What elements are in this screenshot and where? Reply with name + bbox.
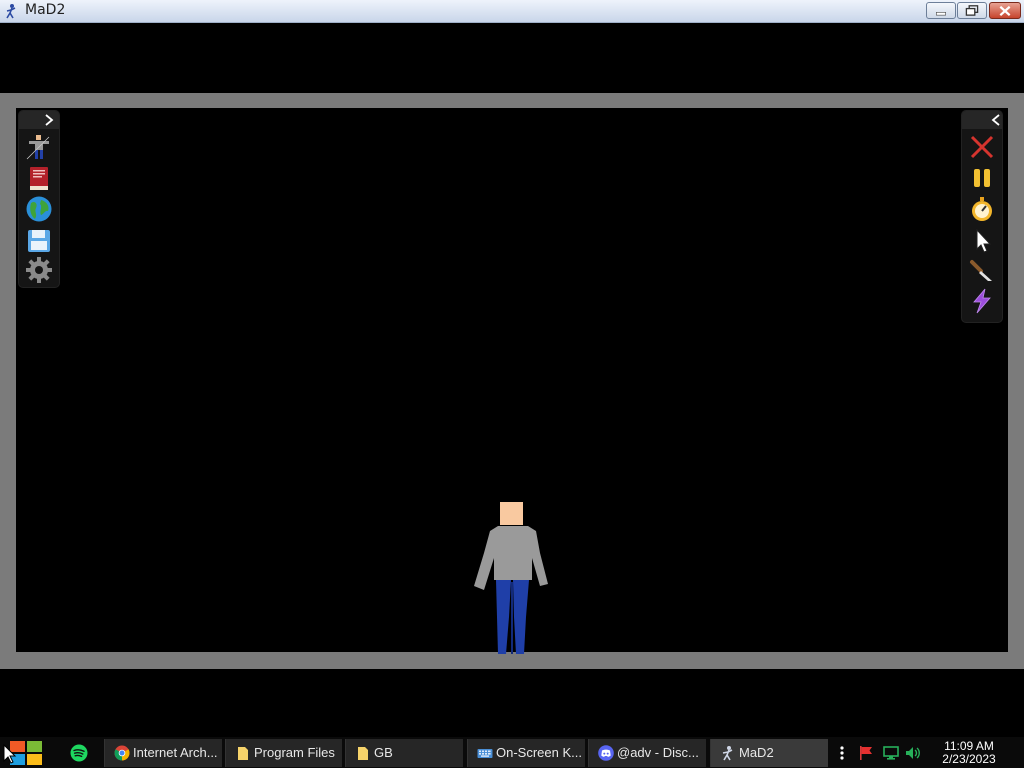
taskbar-item-mad2[interactable]: MaD2 (710, 739, 828, 767)
spotify-icon[interactable] (70, 744, 88, 762)
character-leg-left (496, 580, 511, 654)
taskbar-item-program-files[interactable]: Program Files (225, 739, 342, 767)
character-pose-icon[interactable] (25, 133, 53, 161)
book-icon[interactable] (25, 164, 53, 192)
cursor-arrow-icon[interactable] (968, 226, 996, 254)
knife-icon[interactable] (968, 257, 996, 285)
volume-speaker-icon[interactable] (905, 745, 921, 761)
close-x-icon[interactable] (968, 133, 996, 161)
chevron-left-icon[interactable] (991, 114, 1001, 126)
more-vertical-icon[interactable] (834, 745, 850, 761)
minimize-icon (936, 12, 946, 16)
character-leg-right (513, 580, 529, 654)
folder-icon (238, 747, 248, 760)
close-icon (999, 5, 1011, 17)
mad2-figure-icon (722, 746, 733, 761)
restore-icon (965, 5, 979, 16)
close-window-button[interactable] (989, 2, 1021, 19)
globe-icon[interactable] (25, 195, 53, 223)
keyboard-icon (477, 749, 493, 758)
settings-gear-icon[interactable] (25, 256, 53, 284)
mouse-pointer-icon (3, 744, 17, 764)
discord-icon (598, 745, 614, 761)
ragdoll-character[interactable] (470, 500, 554, 654)
taskbar-item-gb[interactable]: GB (345, 739, 463, 767)
save-disk-icon[interactable] (25, 227, 53, 255)
action-center-flag-icon[interactable] (858, 745, 874, 761)
clock-date: 2/23/2023 (942, 752, 996, 766)
taskbar-item-label: GB (374, 745, 393, 760)
mad2-figure-icon (6, 4, 16, 19)
taskbar-item-label: Internet Arch... (133, 745, 218, 760)
left-tool-panel (19, 111, 59, 287)
taskbar-clock[interactable]: 11:09 AM 2/23/2023 (936, 740, 1002, 766)
character-torso (474, 526, 548, 590)
taskbar-item-label: @adv - Disc... (617, 745, 699, 760)
chrome-icon (114, 745, 130, 761)
taskbar-item-label: MaD2 (739, 745, 774, 760)
taskbar-item-discord[interactable]: @adv - Disc... (588, 739, 706, 767)
character-head (500, 502, 523, 525)
window-title: MaD2 (25, 2, 66, 18)
lightning-icon[interactable] (968, 287, 996, 315)
taskbar-item-internet-archive[interactable]: Internet Arch... (104, 739, 222, 767)
right-tool-panel (962, 111, 1002, 322)
chevron-right-icon[interactable] (44, 114, 54, 126)
stopwatch-icon[interactable] (968, 195, 996, 223)
folder-icon (358, 747, 368, 760)
network-monitor-icon[interactable] (883, 745, 899, 761)
minimize-button[interactable] (926, 2, 956, 19)
taskbar-item-label: On-Screen K... (496, 745, 582, 760)
taskbar-item-label: Program Files (254, 745, 335, 760)
pause-icon[interactable] (968, 164, 996, 192)
restore-button[interactable] (957, 2, 987, 19)
window-title-bar[interactable]: MaD2 (0, 0, 1024, 23)
taskbar-item-on-screen-keyboard[interactable]: On-Screen K... (467, 739, 585, 767)
